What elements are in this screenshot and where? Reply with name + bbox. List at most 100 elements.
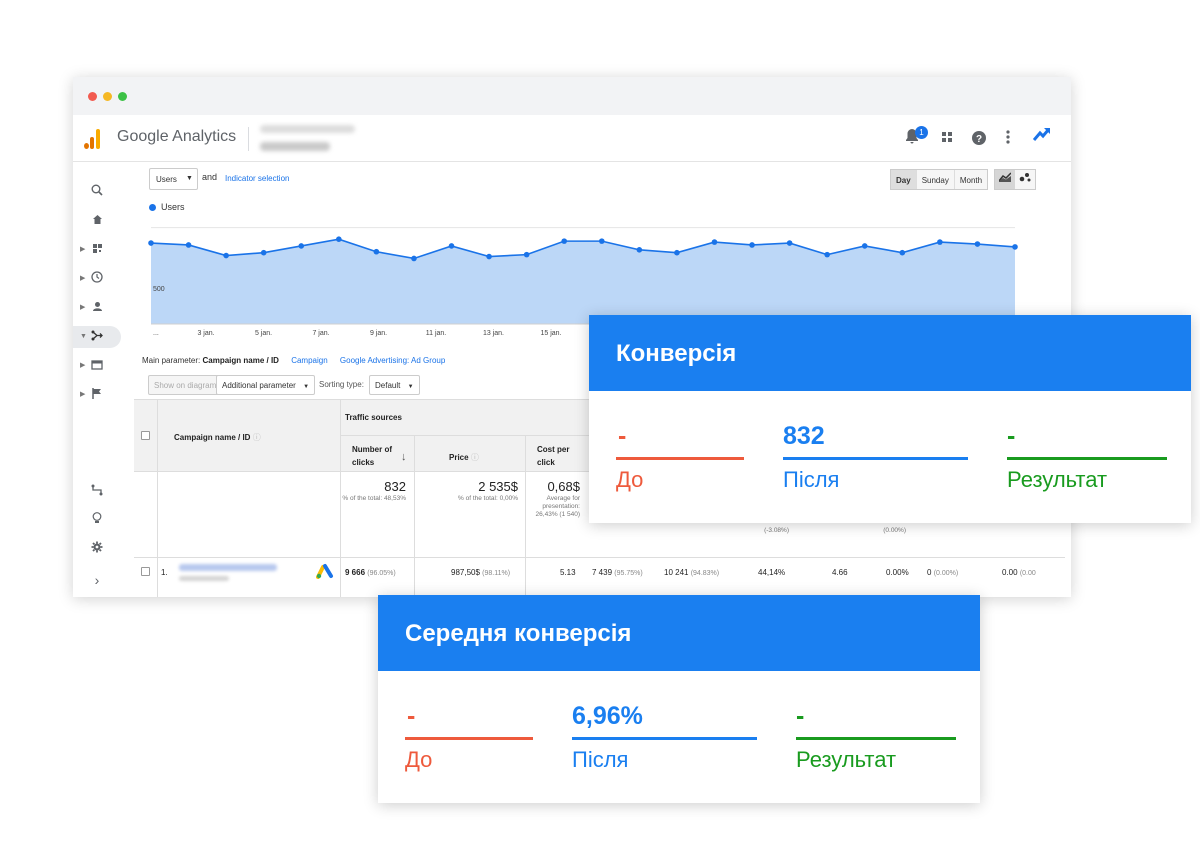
row-cpc: 5.13 [560, 568, 576, 577]
nav-admin[interactable] [73, 538, 121, 560]
and-label: and [202, 172, 218, 182]
col-header-campaign-label: Campaign name / ID [174, 433, 251, 442]
conversion-before-value: - [618, 422, 627, 450]
more-menu-icon[interactable] [1006, 130, 1010, 149]
sort-desc-arrow-icon[interactable]: ↓ [401, 451, 407, 463]
app-title: Google Analytics [117, 128, 237, 145]
data-point [523, 251, 530, 258]
nav-customization[interactable]: ▶ [73, 239, 121, 261]
show-on-diagram-button[interactable]: Show on diagram [148, 375, 223, 395]
additional-parameter-label: Additional parameter [222, 381, 296, 390]
avg-conversion-result-line [796, 737, 956, 740]
conversion-result-label: Результат [1007, 467, 1108, 492]
window-titlebar [73, 77, 1071, 115]
chevron-down-icon: ▼ [186, 175, 193, 182]
help-icon[interactable]: ? [972, 131, 986, 150]
avg-conversion-card: Середня конверсія - До 6,96% Після - Рез… [378, 595, 980, 803]
col-header-campaign[interactable]: Campaign name / ID ⓘ [174, 432, 261, 443]
col-header-price-label: Price [449, 453, 469, 462]
chevron-down-icon: ▼ [407, 384, 414, 390]
minimize-window-dot[interactable] [103, 92, 112, 101]
main-parameter-active: Campaign name / ID [202, 356, 279, 365]
conversion-card-title: Конверсія [589, 315, 1191, 391]
nav-realtime[interactable]: ▶ [73, 268, 121, 290]
nav-search[interactable] [73, 181, 121, 203]
param-link-ad-group[interactable]: Google Advertising: Ad Group [340, 356, 445, 365]
data-point [336, 236, 342, 242]
maximize-window-dot[interactable] [118, 92, 127, 101]
row-c5-value: 10 241 [664, 568, 689, 577]
apps-grid-icon[interactable] [941, 130, 953, 148]
row-price-pct: (98.11%) [482, 570, 511, 577]
metric-select-value: Users [156, 175, 177, 184]
property-name-redacted[interactable] [260, 142, 330, 151]
avg-conversion-result-label: Результат [796, 747, 897, 772]
data-point [373, 248, 380, 255]
sorting-type-select[interactable]: Default ▼ [369, 375, 420, 395]
col-header-clicks[interactable]: Number of clicks [352, 443, 407, 469]
param-link-campaign[interactable]: Campaign [291, 356, 327, 365]
data-point [486, 253, 492, 260]
avg-conversion-before-label: До [405, 747, 433, 772]
insights-arrow-icon[interactable] [1032, 127, 1051, 146]
period-day-button[interactable]: Day [891, 170, 917, 189]
conversion-result-line [1007, 457, 1167, 460]
nav-acquisition[interactable]: ▼ [73, 326, 121, 348]
total-price: 2 535$ [478, 479, 518, 494]
data-point [636, 247, 643, 253]
home-icon [92, 215, 102, 224]
col-header-price[interactable]: Price ⓘ [449, 452, 479, 463]
flag-icon [92, 388, 101, 399]
row-price-value: 987,50$ [451, 568, 480, 577]
row-price: 987,50$ (98.11%) [451, 568, 510, 577]
row-c4: 7 439 (95.75%) [592, 568, 643, 577]
nav-audience[interactable]: ▶ [73, 297, 121, 319]
legend-users-label: Users [161, 202, 185, 212]
nav-conversions[interactable]: ▶ [73, 384, 121, 406]
app-header: Google Analytics 1 ? [73, 115, 1071, 162]
account-name-redacted[interactable] [260, 125, 355, 133]
help-icon: ⓘ [252, 433, 261, 442]
select-all-checkbox[interactable] [141, 431, 150, 440]
metric-select[interactable]: Users ▼ [149, 168, 198, 190]
data-point [411, 255, 417, 262]
total-partial-1: (-3.08%) [764, 527, 789, 534]
nav-discover[interactable] [73, 509, 121, 531]
col-header-cpc[interactable]: Cost per click [537, 443, 573, 469]
total-clicks-share: % of the total: 48,53% [342, 495, 406, 502]
close-window-dot[interactable] [88, 92, 97, 101]
avg-conversion-card-title: Середня конверсія [378, 595, 980, 671]
nav-behavior[interactable]: ▶ [73, 355, 121, 377]
main-parameter-bar: Main parameter: Campaign name / ID Campa… [142, 356, 445, 365]
campaign-id-redacted [179, 576, 229, 581]
nav-home[interactable] [73, 210, 121, 232]
nav-attribution[interactable] [73, 481, 121, 503]
data-point [786, 240, 793, 246]
line-chart-icon[interactable] [995, 170, 1015, 189]
data-point [974, 241, 981, 247]
expand-nav-chevron-icon[interactable]: › [73, 569, 121, 591]
attribution-icon [91, 484, 103, 496]
data-point [598, 238, 605, 244]
row-c4-value: 7 439 [592, 568, 613, 577]
y-tick-label: 500 [153, 286, 165, 293]
conversion-card: Конверсія - До 832 Після - Результат [589, 315, 1191, 523]
data-point [1012, 244, 1018, 250]
period-month-button[interactable]: Month [955, 170, 987, 189]
period-week-button[interactable]: Sunday [917, 170, 955, 189]
row-c5: 10 241 (94.83%) [664, 568, 719, 577]
motion-chart-icon[interactable] [1015, 170, 1035, 189]
conversion-after-line [783, 457, 968, 460]
period-switcher: Day Sunday Month [890, 169, 989, 190]
row-checkbox[interactable] [141, 567, 150, 576]
campaign-name-redacted[interactable] [179, 564, 277, 571]
acquisition-icon [91, 330, 103, 341]
indicator-selection-link[interactable]: Indicator selection [225, 174, 289, 183]
data-point [298, 243, 305, 249]
additional-parameter-select[interactable]: Additional parameter ▼ [216, 375, 316, 395]
chart-type-switcher [994, 169, 1036, 190]
x-tick-label: 3 jan. [197, 330, 214, 337]
row-c10-value: 0.00 [1002, 568, 1018, 577]
divider [248, 127, 249, 151]
data-point [223, 252, 229, 259]
